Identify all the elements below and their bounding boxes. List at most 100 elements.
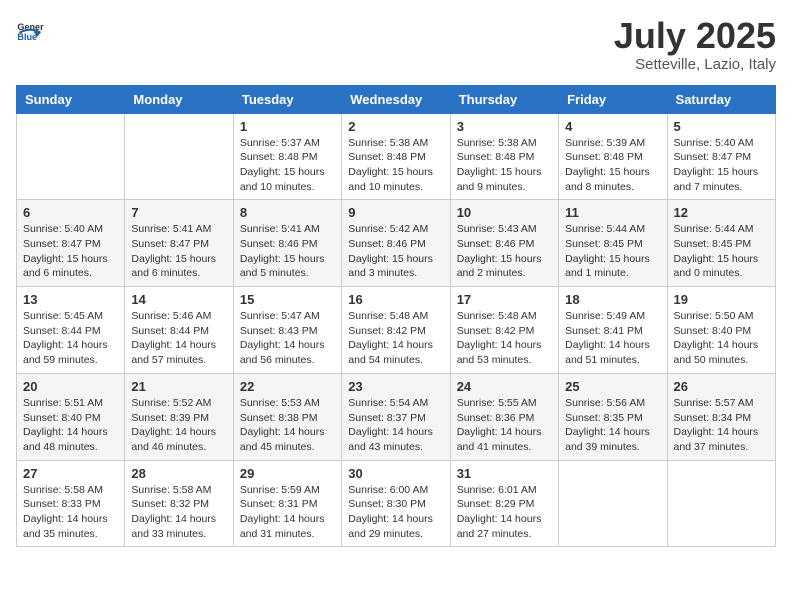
day-number: 19 — [674, 292, 769, 307]
day-number: 17 — [457, 292, 552, 307]
cell-details: Sunrise: 5:57 AM Sunset: 8:34 PM Dayligh… — [674, 396, 769, 455]
cell-details: Sunrise: 5:55 AM Sunset: 8:36 PM Dayligh… — [457, 396, 552, 455]
col-wednesday: Wednesday — [342, 85, 450, 113]
cell-details: Sunrise: 5:58 AM Sunset: 8:33 PM Dayligh… — [23, 483, 118, 542]
col-monday: Monday — [125, 85, 233, 113]
title-block: July 2025 Setteville, Lazio, Italy — [614, 16, 776, 73]
col-sunday: Sunday — [17, 85, 125, 113]
cell-details: Sunrise: 5:45 AM Sunset: 8:44 PM Dayligh… — [23, 309, 118, 368]
cell-details: Sunrise: 5:44 AM Sunset: 8:45 PM Dayligh… — [565, 222, 660, 281]
day-number: 27 — [23, 466, 118, 481]
col-tuesday: Tuesday — [233, 85, 341, 113]
day-number: 21 — [131, 379, 226, 394]
table-row: 2Sunrise: 5:38 AM Sunset: 8:48 PM Daylig… — [342, 113, 450, 200]
day-number: 31 — [457, 466, 552, 481]
cell-details: Sunrise: 5:37 AM Sunset: 8:48 PM Dayligh… — [240, 136, 335, 195]
calendar-week-row: 6 Sunrise: 5:40 AM Sunset: 8:47 PM Daylig… — [17, 200, 776, 287]
cell-details: Sunrise: 5:59 AM Sunset: 8:31 PM Dayligh… — [240, 483, 335, 542]
day-number: 6 — [23, 205, 118, 220]
table-row: 30 Sunrise: 6:00 AM Sunset: 8:30 PM Dayli… — [342, 460, 450, 547]
col-thursday: Thursday — [450, 85, 558, 113]
table-row: 31 Sunrise: 6:01 AM Sunset: 8:29 PM Dayli… — [450, 460, 558, 547]
table-row: 28 Sunrise: 5:58 AM Sunset: 8:32 PM Dayli… — [125, 460, 233, 547]
cell-details: Sunrise: 6:01 AM Sunset: 8:29 PM Dayligh… — [457, 483, 552, 542]
table-row — [17, 113, 125, 200]
day-number: 13 — [23, 292, 118, 307]
day-number: 24 — [457, 379, 552, 394]
cell-details: Sunrise: 5:53 AM Sunset: 8:38 PM Dayligh… — [240, 396, 335, 455]
location-subtitle: Setteville, Lazio, Italy — [614, 56, 776, 73]
day-number: 30 — [348, 466, 443, 481]
cell-details: Sunrise: 5:40 AM Sunset: 8:47 PM Dayligh… — [23, 222, 118, 281]
day-number: 8 — [240, 205, 335, 220]
day-number: 28 — [131, 466, 226, 481]
day-number: 14 — [131, 292, 226, 307]
day-number: 9 — [348, 205, 443, 220]
cell-details: Sunrise: 5:38 AM Sunset: 8:48 PM Dayligh… — [457, 136, 552, 195]
table-row: 17 Sunrise: 5:48 AM Sunset: 8:42 PM Dayli… — [450, 287, 558, 374]
calendar-week-row: 1Sunrise: 5:37 AM Sunset: 8:48 PM Daylig… — [17, 113, 776, 200]
table-row — [559, 460, 667, 547]
table-row: 12Sunrise: 5:44 AM Sunset: 8:45 PM Dayli… — [667, 200, 775, 287]
col-friday: Friday — [559, 85, 667, 113]
day-number: 10 — [457, 205, 552, 220]
day-number: 12 — [674, 205, 769, 220]
cell-details: Sunrise: 5:46 AM Sunset: 8:44 PM Dayligh… — [131, 309, 226, 368]
table-row: 5Sunrise: 5:40 AM Sunset: 8:47 PM Daylig… — [667, 113, 775, 200]
day-number: 16 — [348, 292, 443, 307]
table-row: 11Sunrise: 5:44 AM Sunset: 8:45 PM Dayli… — [559, 200, 667, 287]
day-number: 23 — [348, 379, 443, 394]
day-number: 15 — [240, 292, 335, 307]
day-number: 3 — [457, 119, 552, 134]
table-row: 21Sunrise: 5:52 AM Sunset: 8:39 PM Dayli… — [125, 373, 233, 460]
calendar-week-row: 27 Sunrise: 5:58 AM Sunset: 8:33 PM Dayli… — [17, 460, 776, 547]
cell-details: Sunrise: 6:00 AM Sunset: 8:30 PM Dayligh… — [348, 483, 443, 542]
cell-details: Sunrise: 5:56 AM Sunset: 8:35 PM Dayligh… — [565, 396, 660, 455]
calendar-week-row: 20 Sunrise: 5:51 AM Sunset: 8:40 PM Dayli… — [17, 373, 776, 460]
cell-details: Sunrise: 5:54 AM Sunset: 8:37 PM Dayligh… — [348, 396, 443, 455]
day-number: 7 — [131, 205, 226, 220]
cell-details: Sunrise: 5:41 AM Sunset: 8:47 PM Dayligh… — [131, 222, 226, 281]
cell-details: Sunrise: 5:43 AM Sunset: 8:46 PM Dayligh… — [457, 222, 552, 281]
table-row: 8 Sunrise: 5:41 AM Sunset: 8:46 PM Daylig… — [233, 200, 341, 287]
day-number: 18 — [565, 292, 660, 307]
table-row: 16 Sunrise: 5:48 AM Sunset: 8:42 PM Dayli… — [342, 287, 450, 374]
table-row: 29Sunrise: 5:59 AM Sunset: 8:31 PM Dayli… — [233, 460, 341, 547]
col-saturday: Saturday — [667, 85, 775, 113]
calendar-week-row: 13 Sunrise: 5:45 AM Sunset: 8:44 PM Dayli… — [17, 287, 776, 374]
table-row — [125, 113, 233, 200]
table-row: 10 Sunrise: 5:43 AM Sunset: 8:46 PM Dayli… — [450, 200, 558, 287]
day-number: 26 — [674, 379, 769, 394]
cell-details: Sunrise: 5:51 AM Sunset: 8:40 PM Dayligh… — [23, 396, 118, 455]
day-number: 5 — [674, 119, 769, 134]
table-row: 7 Sunrise: 5:41 AM Sunset: 8:47 PM Daylig… — [125, 200, 233, 287]
calendar-table: Sunday Monday Tuesday Wednesday Thursday… — [16, 85, 776, 548]
cell-details: Sunrise: 5:48 AM Sunset: 8:42 PM Dayligh… — [348, 309, 443, 368]
cell-details: Sunrise: 5:48 AM Sunset: 8:42 PM Dayligh… — [457, 309, 552, 368]
table-row: 4 Sunrise: 5:39 AM Sunset: 8:48 PM Daylig… — [559, 113, 667, 200]
day-number: 4 — [565, 119, 660, 134]
day-number: 20 — [23, 379, 118, 394]
logo: General Blue — [16, 16, 44, 44]
cell-details: Sunrise: 5:39 AM Sunset: 8:48 PM Dayligh… — [565, 136, 660, 195]
table-row: 1Sunrise: 5:37 AM Sunset: 8:48 PM Daylig… — [233, 113, 341, 200]
day-number: 2 — [348, 119, 443, 134]
page-header: General Blue July 2025 Setteville, Lazio… — [16, 16, 776, 73]
day-number: 25 — [565, 379, 660, 394]
table-row: 20 Sunrise: 5:51 AM Sunset: 8:40 PM Dayli… — [17, 373, 125, 460]
cell-details: Sunrise: 5:58 AM Sunset: 8:32 PM Dayligh… — [131, 483, 226, 542]
month-title: July 2025 — [614, 16, 776, 56]
table-row: 19Sunrise: 5:50 AM Sunset: 8:40 PM Dayli… — [667, 287, 775, 374]
table-row: 15 Sunrise: 5:47 AM Sunset: 8:43 PM Dayli… — [233, 287, 341, 374]
table-row: 14 Sunrise: 5:46 AM Sunset: 8:44 PM Dayli… — [125, 287, 233, 374]
logo-icon: General Blue — [16, 16, 44, 44]
svg-text:Blue: Blue — [17, 32, 37, 42]
day-number: 22 — [240, 379, 335, 394]
cell-details: Sunrise: 5:42 AM Sunset: 8:46 PM Dayligh… — [348, 222, 443, 281]
table-row — [667, 460, 775, 547]
calendar-header-row: Sunday Monday Tuesday Wednesday Thursday… — [17, 85, 776, 113]
cell-details: Sunrise: 5:41 AM Sunset: 8:46 PM Dayligh… — [240, 222, 335, 281]
table-row: 27 Sunrise: 5:58 AM Sunset: 8:33 PM Dayli… — [17, 460, 125, 547]
cell-details: Sunrise: 5:47 AM Sunset: 8:43 PM Dayligh… — [240, 309, 335, 368]
table-row: 3 Sunrise: 5:38 AM Sunset: 8:48 PM Daylig… — [450, 113, 558, 200]
